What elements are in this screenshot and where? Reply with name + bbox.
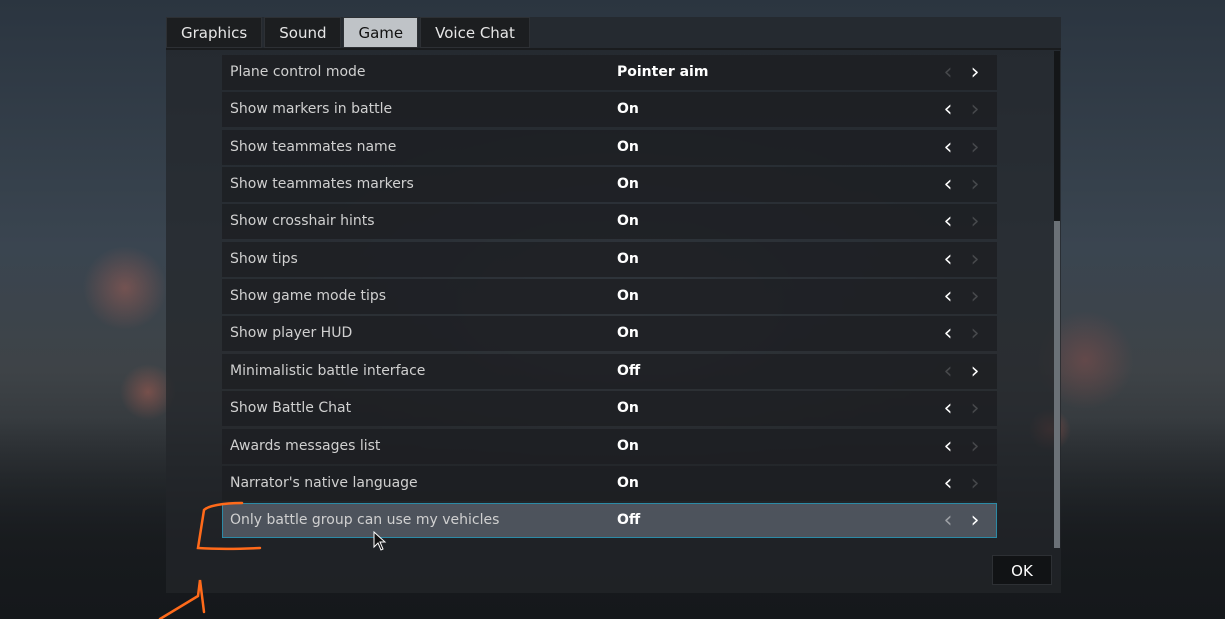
arrow-right-icon[interactable]: › (963, 204, 987, 239)
setting-row[interactable]: Only battle group can use my vehicles Off… (222, 503, 997, 538)
arrow-left-icon[interactable]: ‹ (936, 466, 960, 501)
setting-row[interactable]: Plane control mode Pointer aim ‹ › (222, 55, 997, 90)
setting-row[interactable]: Show teammates markers On ‹ › (222, 167, 997, 202)
setting-row[interactable]: Show game mode tips On ‹ › (222, 279, 997, 314)
arrow-left-icon[interactable]: ‹ (936, 503, 960, 538)
setting-row[interactable]: Show teammates name On ‹ › (222, 130, 997, 165)
setting-row[interactable]: Show player HUD On ‹ › (222, 316, 997, 351)
settings-list: Plane control mode Pointer aim ‹ › Show mark… (222, 55, 997, 545)
arrow-left-icon[interactable]: ‹ (936, 391, 960, 426)
setting-label: Narrator's native language (230, 475, 418, 491)
setting-value: Off (617, 363, 641, 379)
tab-graphics[interactable]: Graphics (166, 17, 263, 48)
setting-row[interactable]: Minimalistic battle interface Off ‹ › (222, 354, 997, 389)
setting-label: Awards messages list (230, 438, 381, 454)
setting-label: Show markers in battle (230, 101, 393, 117)
arrow-left-icon[interactable]: ‹ (936, 354, 960, 389)
setting-label: Show teammates name (230, 139, 397, 155)
tab-bar: Graphics Sound Game Voice Chat (166, 17, 532, 49)
scrollbar[interactable] (1054, 51, 1060, 548)
setting-row[interactable]: Show markers in battle On ‹ › (222, 92, 997, 127)
arrow-right-icon[interactable]: › (963, 55, 987, 90)
setting-value: On (617, 325, 639, 341)
arrow-left-icon[interactable]: ‹ (936, 316, 960, 351)
arrow-right-icon[interactable]: › (963, 316, 987, 351)
arrow-left-icon[interactable]: ‹ (936, 204, 960, 239)
setting-value: Pointer aim (617, 64, 709, 80)
setting-value: On (617, 139, 639, 155)
setting-value: On (617, 475, 639, 491)
arrow-right-icon[interactable]: › (963, 92, 987, 127)
setting-row[interactable]: Show crosshair hints On ‹ › (222, 204, 997, 239)
setting-row[interactable]: Show tips On ‹ › (222, 242, 997, 277)
setting-label: Show teammates markers (230, 176, 414, 192)
setting-row[interactable]: Awards messages list On ‹ › (222, 429, 997, 464)
mouse-cursor-icon (373, 531, 387, 551)
tab-sound[interactable]: Sound (264, 17, 342, 48)
setting-value: On (617, 176, 639, 192)
setting-label: Show game mode tips (230, 288, 387, 304)
arrow-left-icon[interactable]: ‹ (936, 55, 960, 90)
setting-label: Show player HUD (230, 325, 353, 341)
setting-label: Only battle group can use my vehicles (230, 512, 500, 528)
arrow-left-icon[interactable]: ‹ (936, 279, 960, 314)
arrow-right-icon[interactable]: › (963, 354, 987, 389)
setting-label: Plane control mode (230, 64, 366, 80)
arrow-left-icon[interactable]: ‹ (936, 92, 960, 127)
arrow-right-icon[interactable]: › (963, 242, 987, 277)
setting-value: On (617, 438, 639, 454)
setting-row[interactable]: Show Battle Chat On ‹ › (222, 391, 997, 426)
scrollbar-thumb[interactable] (1054, 221, 1060, 548)
setting-value: On (617, 288, 639, 304)
arrow-right-icon[interactable]: › (963, 503, 987, 538)
setting-value: On (617, 251, 639, 267)
setting-value: On (617, 213, 639, 229)
tab-game[interactable]: Game (343, 17, 419, 48)
setting-row[interactable]: Narrator's native language On ‹ › (222, 466, 997, 501)
arrow-left-icon[interactable]: ‹ (936, 429, 960, 464)
arrow-left-icon[interactable]: ‹ (936, 167, 960, 202)
arrow-right-icon[interactable]: › (963, 391, 987, 426)
arrow-right-icon[interactable]: › (963, 167, 987, 202)
tab-voice-chat[interactable]: Voice Chat (420, 17, 530, 48)
arrow-left-icon[interactable]: ‹ (936, 242, 960, 277)
setting-label: Show tips (230, 251, 298, 267)
settings-dialog: Graphics Sound Game Voice Chat Plane con… (166, 17, 1061, 593)
ok-button[interactable]: OK (992, 555, 1052, 585)
arrow-left-icon[interactable]: ‹ (936, 130, 960, 165)
setting-value: On (617, 400, 639, 416)
arrow-right-icon[interactable]: › (963, 429, 987, 464)
setting-value: Off (617, 512, 641, 528)
setting-value: On (617, 101, 639, 117)
arrow-right-icon[interactable]: › (963, 466, 987, 501)
setting-label: Show crosshair hints (230, 213, 375, 229)
arrow-right-icon[interactable]: › (963, 130, 987, 165)
setting-label: Minimalistic battle interface (230, 363, 426, 379)
setting-label: Show Battle Chat (230, 400, 352, 416)
arrow-right-icon[interactable]: › (963, 279, 987, 314)
